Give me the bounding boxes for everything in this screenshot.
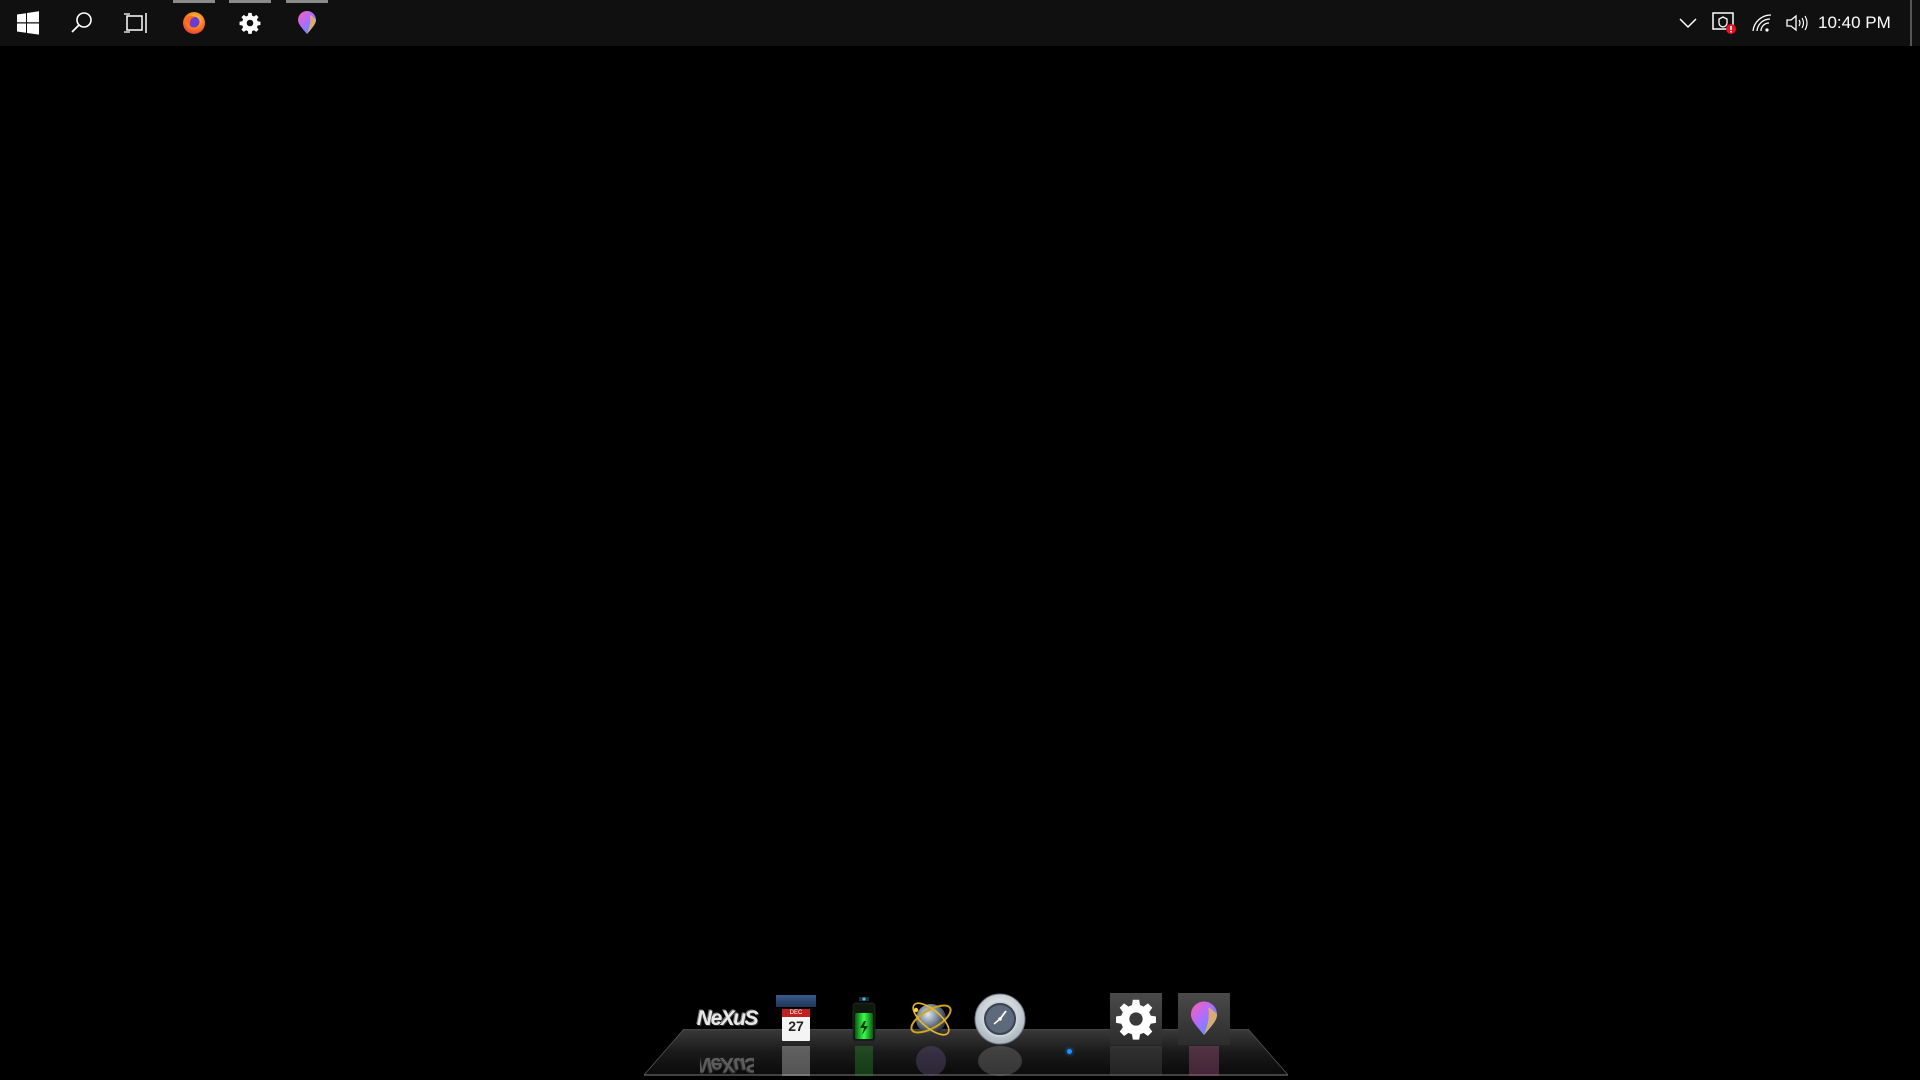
chevron-up-icon — [1679, 18, 1697, 29]
dock-item-battery[interactable] — [837, 992, 891, 1046]
taskbar-app-firefox[interactable] — [166, 0, 222, 46]
dock-item-calendar[interactable]: DEC 27 — [769, 992, 823, 1046]
tray-volume-button[interactable] — [1783, 0, 1811, 46]
show-desktop-button[interactable] — [1910, 0, 1912, 46]
calendar-icon: DEC 27 — [776, 995, 816, 1043]
tray-security-button[interactable] — [1710, 0, 1738, 46]
firefox-icon — [183, 12, 205, 34]
dock-reflection — [769, 1046, 823, 1076]
dock-item-clock[interactable] — [973, 992, 1027, 1046]
dock-item-internet[interactable] — [904, 992, 958, 1046]
paint3d-icon — [1190, 1001, 1218, 1035]
dock-item-settings[interactable] — [1109, 992, 1163, 1046]
dock-reflection: NeXuS — [700, 1053, 754, 1076]
dock-item-paint3d[interactable] — [1177, 992, 1231, 1046]
volume-icon — [1786, 14, 1808, 32]
search-button[interactable] — [54, 0, 110, 46]
taskbar-app-paint3d[interactable] — [279, 0, 335, 46]
task-view-icon — [124, 13, 147, 33]
tray-network-button[interactable] — [1748, 0, 1776, 46]
calendar-month: DEC — [782, 1009, 810, 1017]
dock-running-indicator — [1067, 1049, 1072, 1054]
dock-reflection — [1177, 1046, 1231, 1076]
taskbar: 10:40 PM — [0, 0, 1920, 46]
desktop-background[interactable] — [0, 46, 1920, 1080]
task-view-button[interactable] — [108, 0, 164, 46]
search-icon — [71, 12, 92, 33]
windows-logo-icon — [17, 11, 39, 35]
dock-reflection — [1109, 1046, 1163, 1076]
wifi-icon — [1752, 14, 1772, 32]
taskbar-clock[interactable]: 10:40 PM — [1818, 0, 1891, 46]
start-button[interactable] — [0, 0, 56, 46]
globe-icon — [910, 1002, 952, 1036]
gear-icon — [1116, 999, 1156, 1040]
clock-icon — [974, 993, 1026, 1045]
tray-overflow-button[interactable] — [1674, 0, 1702, 46]
paint3d-icon — [298, 11, 316, 34]
gear-icon — [239, 12, 261, 34]
battery-icon — [852, 997, 876, 1042]
nexus-logo-icon: NeXuS — [696, 1007, 759, 1030]
dock-item-nexus[interactable]: NeXuS — [696, 992, 759, 1046]
taskbar-app-settings[interactable] — [222, 0, 278, 46]
dock-reflection — [837, 1046, 891, 1076]
security-alert-icon — [1712, 12, 1736, 34]
calendar-day: 27 — [788, 1018, 804, 1034]
dock-reflection — [904, 1046, 958, 1076]
dock-reflection — [973, 1046, 1027, 1076]
